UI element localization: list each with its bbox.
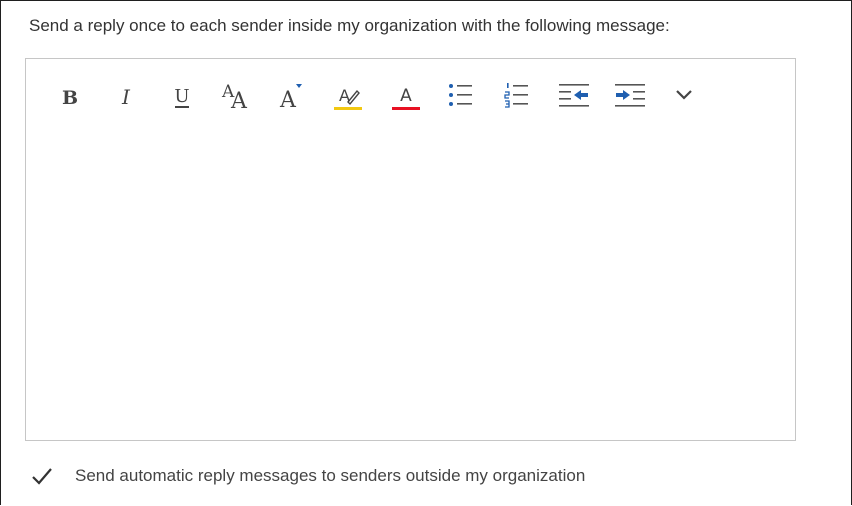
bullets-button[interactable] [442,77,478,117]
svg-text:I: I [121,85,131,109]
reply-message-editor[interactable]: B I U A A A A A [25,58,796,441]
svg-text:A: A [279,88,297,113]
increase-indent-icon [615,84,645,107]
message-body[interactable] [26,123,795,440]
font-size-icon: A A [221,82,248,114]
chevron-down-icon [676,90,692,100]
font-color-button[interactable]: A [386,77,422,117]
grow-font-icon: A [279,84,302,113]
highlight-button[interactable]: A [328,77,364,117]
bold-button[interactable]: B [52,77,88,117]
external-reply-checkbox[interactable] [29,463,55,489]
external-reply-option: Send automatic reply messages to senders… [29,461,585,491]
dialog-frame: Send a reply once to each sender inside … [0,0,852,505]
decrease-indent-button[interactable] [554,77,590,117]
underline-button[interactable]: U [164,77,200,117]
underline-icon: U [174,86,190,108]
numbering-button[interactable] [498,77,534,117]
svg-text:A: A [230,89,248,114]
bold-icon: B [62,87,78,109]
inside-org-reply-label: Send a reply once to each sender inside … [29,16,670,35]
font-size-button[interactable]: A A [216,77,252,117]
decrease-indent-icon [559,84,589,107]
checkmark-icon [32,468,52,485]
italic-button[interactable]: I [108,77,144,117]
svg-text:B: B [62,87,78,109]
more-options-button[interactable] [666,77,702,117]
increase-indent-button[interactable] [610,77,646,117]
font-color-icon: A [392,86,420,110]
external-reply-label: Send automatic reply messages to senders… [75,466,586,485]
bullets-icon [449,84,472,106]
numbering-icon [504,83,528,108]
svg-text:U: U [174,86,189,107]
italic-icon: I [121,85,131,109]
grow-font-button[interactable]: A [272,77,308,117]
svg-text:A: A [400,86,412,106]
highlight-icon: A [334,86,362,110]
